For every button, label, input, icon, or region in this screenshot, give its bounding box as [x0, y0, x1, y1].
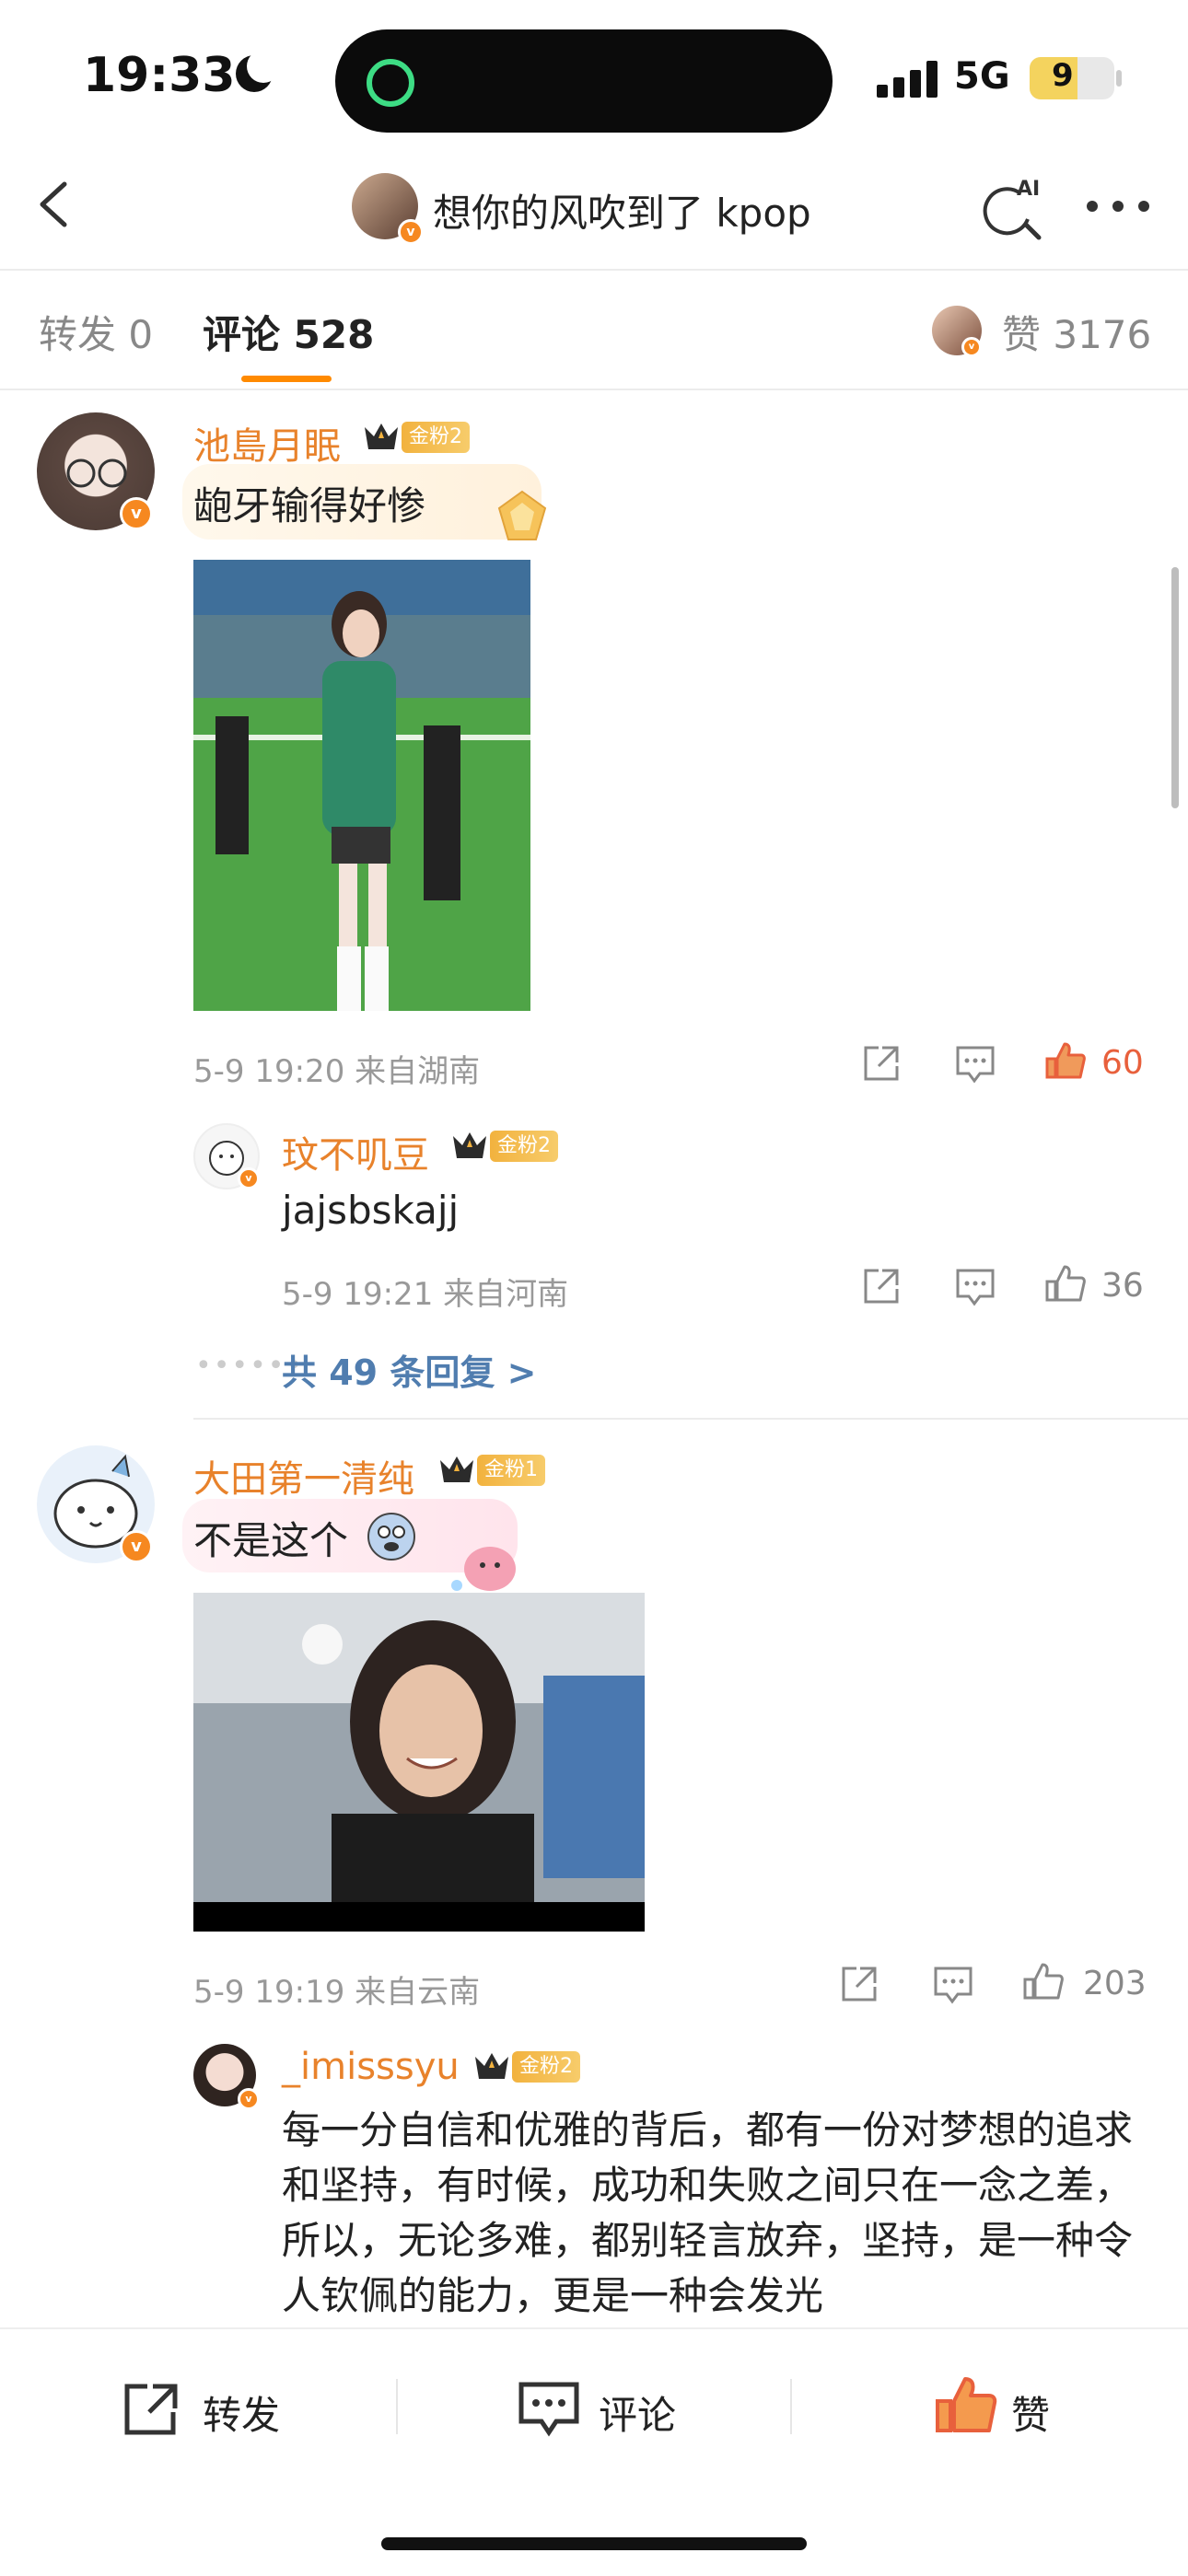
like-count: 60	[1101, 1044, 1144, 1082]
like-count: 36	[1101, 1267, 1144, 1305]
share-icon[interactable]	[860, 1265, 903, 1307]
verified-icon: v	[238, 1167, 260, 1189]
capybara-sticker-icon	[451, 1547, 516, 1591]
crown-icon	[440, 1456, 473, 1482]
active-tab-indicator	[241, 376, 332, 382]
repost-icon[interactable]	[122, 2381, 184, 2436]
crown-icon	[365, 424, 398, 449]
verified-icon: v	[120, 497, 153, 530]
back-icon[interactable]	[33, 180, 74, 228]
app-activity-icon	[367, 59, 414, 107]
comment-meta: 5-9 19:20 来自湖南	[193, 1053, 481, 1090]
comment-button[interactable]: 评论	[599, 2385, 676, 2441]
page-title[interactable]: 想你的风吹到了 kpop	[433, 182, 811, 238]
tabs-divider	[0, 389, 1188, 390]
repost-button[interactable]: 转发	[203, 2385, 280, 2441]
like-icon-filled[interactable]	[934, 2373, 998, 2438]
crown-icon	[453, 1132, 486, 1158]
ai-label: AI	[1017, 179, 1040, 201]
like-button[interactable]: 赞	[1011, 2385, 1050, 2441]
comment-icon[interactable]	[518, 2379, 580, 2438]
verified-icon: v	[398, 219, 424, 245]
bar-separator	[396, 2379, 398, 2434]
comment-image[interactable]	[193, 1593, 645, 1932]
share-icon[interactable]	[838, 1963, 880, 2005]
ai-search-icon[interactable]: AI	[980, 179, 1044, 243]
battery-cap	[1116, 70, 1122, 87]
like-icon[interactable]	[1044, 1263, 1087, 1305]
tab-likes[interactable]: 赞 3176	[1002, 304, 1151, 360]
fan-badge: 金粉2	[402, 422, 470, 453]
like-icon[interactable]	[1022, 1961, 1065, 2003]
verified-icon: v	[120, 1530, 153, 1563]
reply-meta: 5-9 19:21 来自河南	[282, 1276, 569, 1313]
battery-percent: 9	[1052, 57, 1074, 94]
like-icon-filled[interactable]	[1044, 1040, 1087, 1083]
fan-badge: 金粉2	[512, 2051, 580, 2083]
tab-comments[interactable]: 评论 528	[203, 304, 374, 360]
comment-meta: 5-9 19:19 来自云南	[193, 1974, 481, 2011]
tab-repost[interactable]: 转发 0	[39, 304, 153, 360]
emoji-icon	[367, 1513, 415, 1561]
comment-image[interactable]	[193, 560, 530, 1011]
reply-text: jajsbskajj	[282, 1188, 460, 1233]
network-label: 5G	[954, 55, 1010, 98]
comment-text: 不是这个	[193, 1518, 349, 1563]
comment-icon[interactable]	[954, 1265, 996, 1307]
comment-text: 龅牙输得好惨	[193, 483, 426, 528]
more-icon[interactable]	[1087, 201, 1151, 215]
reply-username[interactable]: 玟不叽豆	[282, 1125, 429, 1178]
comment-icon[interactable]	[954, 1042, 996, 1085]
fan-badge: 金粉2	[490, 1131, 558, 1162]
comment-divider	[193, 1418, 1188, 1420]
bar-separator	[790, 2379, 792, 2434]
verified-icon: v	[238, 2088, 260, 2110]
status-time: 19:33	[83, 48, 236, 103]
comment-username[interactable]: 大田第一清纯	[193, 1449, 414, 1503]
scrollbar[interactable]	[1171, 567, 1179, 808]
view-replies-link[interactable]: 共 49 条回复 >	[282, 1344, 536, 1395]
signal-icon	[877, 61, 941, 98]
like-count: 203	[1083, 1965, 1147, 2002]
reply-text: 每一分自信和优雅的背后，都有一份对梦想的追求和坚持，有时候，成功和失败之间只在一…	[282, 2107, 1134, 2318]
moon-icon	[236, 50, 280, 92]
home-indicator[interactable]	[381, 2537, 807, 2550]
share-icon[interactable]	[860, 1042, 903, 1085]
header-divider	[0, 269, 1188, 271]
gem-badge-icon	[497, 490, 547, 540]
verified-icon: v	[961, 337, 982, 357]
comment-icon[interactable]	[932, 1963, 974, 2005]
comment-username[interactable]: 池島月眠	[193, 416, 341, 470]
reply-username[interactable]: _imisssyu	[282, 2046, 460, 2088]
fan-badge: 金粉1	[477, 1455, 545, 1486]
crown-icon	[475, 2053, 508, 2079]
